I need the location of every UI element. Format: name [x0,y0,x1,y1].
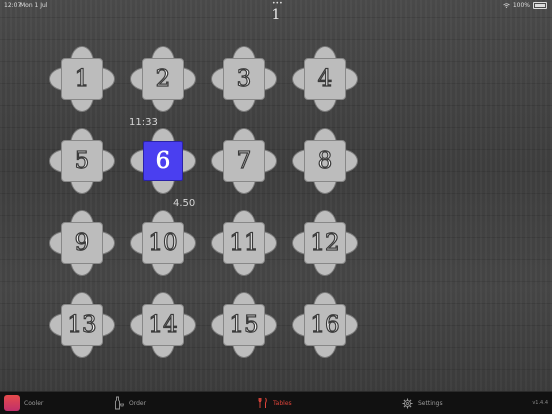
tab-tables[interactable]: Tables [258,392,292,414]
tab-order-label: Order [129,399,147,407]
table-6-amount: 4.50 [173,198,196,209]
tab-bar: Cooler Order Tables Settings v1.4.4 [0,391,552,414]
tab-settings-label: Settings [418,399,443,407]
tab-settings[interactable]: Settings [402,392,443,414]
table-number: 1 [74,65,90,92]
bottle-glass-icon [115,396,124,410]
table-2[interactable]: 2 [130,46,196,112]
table-12[interactable]: 12 [292,210,358,276]
table-number: 16 [310,311,340,338]
table-7[interactable]: 7 [211,128,277,194]
table-number: 10 [148,229,178,256]
table-1[interactable]: 1 [49,46,115,112]
table-number: 12 [310,229,340,256]
table-5[interactable]: 5 [49,128,115,194]
tab-app[interactable]: Cooler [24,392,43,414]
table-3[interactable]: 3 [211,46,277,112]
table-11[interactable]: 11 [211,210,277,276]
table-6[interactable]: 6 [130,128,196,194]
table-9[interactable]: 9 [49,210,115,276]
table-number: 13 [67,311,97,338]
table-number: 5 [74,147,90,174]
tab-order[interactable]: Order [114,392,146,414]
tab-tables-label: Tables [273,399,292,407]
app-logo-icon[interactable] [4,395,20,411]
table-13[interactable]: 13 [49,292,115,358]
table-number: 3 [236,65,252,92]
table-14[interactable]: 14 [130,292,196,358]
table-number: 15 [229,311,259,338]
table-number: 9 [74,229,90,256]
table-number: 11 [229,229,259,256]
table-number: 7 [236,147,252,174]
page-title: 1 [271,7,281,23]
table-number: 2 [155,65,171,92]
version-label: v1.4.4 [532,400,548,406]
table-number: 8 [317,147,333,174]
table-15[interactable]: 15 [211,292,277,358]
tab-app-label: Cooler [24,399,44,407]
fork-knife-icon [258,397,267,408]
table-number: 6 [155,148,171,175]
table-6-time: 11:33 [129,117,158,128]
table-number: 4 [317,65,333,92]
table-10[interactable]: 10 [130,210,196,276]
table-16[interactable]: 16 [292,292,358,358]
table-8[interactable]: 8 [292,128,358,194]
table-4[interactable]: 4 [292,46,358,112]
table-number: 14 [148,311,178,338]
gear-icon [402,397,413,409]
multitasking-dots-icon[interactable]: ••• [272,0,283,7]
